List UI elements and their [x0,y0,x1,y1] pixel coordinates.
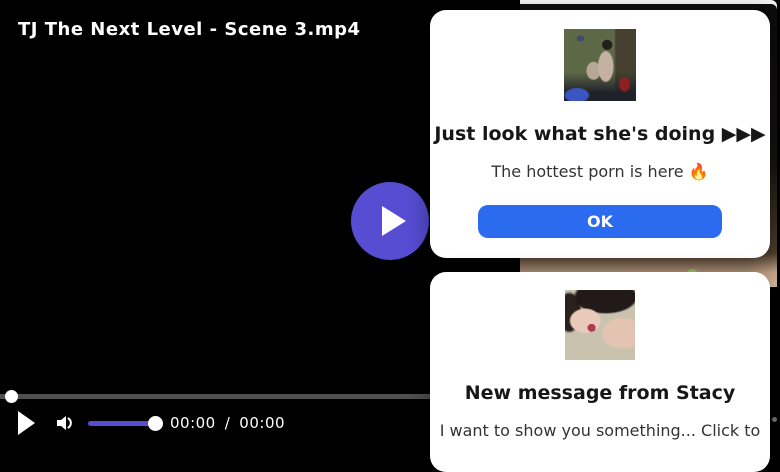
volume-slider[interactable] [88,421,156,426]
play-button[interactable] [18,411,35,435]
offer-heading: Just look what she's doing ▶▶▶ [434,121,765,147]
play-overlay-button[interactable] [351,182,429,260]
time-separator: / [225,414,231,432]
message-heading: New message from Stacy [465,380,736,406]
play-icon [382,206,406,236]
sidebar-dot [772,417,777,422]
time-display: 00:00 / 00:00 [170,414,285,432]
offer-body: The hottest porn is here 🔥 [491,161,708,183]
message-body: I want to show you something... Click to [440,420,761,442]
notification-popup-offer[interactable]: Just look what she's doing ▶▶▶ The hotte… [430,10,770,258]
current-time: 00:00 [170,414,216,432]
mute-button[interactable] [54,412,76,434]
message-thumbnail[interactable] [565,290,635,360]
offer-thumbnail[interactable] [564,29,636,101]
seek-thumb[interactable] [5,390,18,403]
volume-thumb[interactable] [148,416,163,431]
ok-button[interactable]: OK [478,205,722,238]
notification-popup-message[interactable]: New message from Stacy I want to show yo… [430,272,770,472]
video-title: TJ The Next Level - Scene 3.mp4 [18,19,361,40]
duration: 00:00 [239,414,285,432]
speaker-wave-icon [54,412,76,434]
